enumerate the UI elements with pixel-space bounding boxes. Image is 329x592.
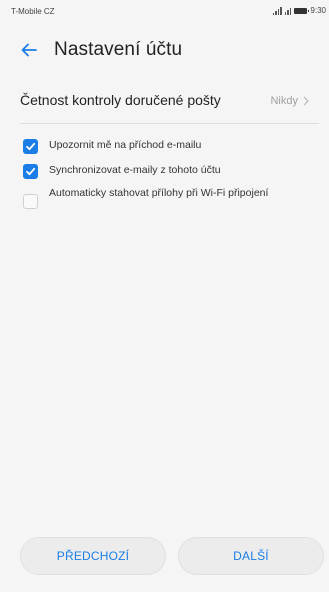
page-title: Nastavení účtu — [54, 39, 183, 60]
option-notify-new-mail[interactable]: Upozornit mě na příchod e-mailu — [20, 137, 315, 155]
back-arrow-icon[interactable] — [20, 41, 38, 59]
sync-label: Synchronizovat e-maily z tohoto účtu — [49, 164, 221, 176]
clock: 9:30 — [310, 6, 326, 15]
checkmark-icon — [26, 142, 36, 151]
checkmark-icon — [26, 167, 36, 176]
option-auto-download-attachments[interactable]: Automaticky stahovat přílohy při Wi-Fi p… — [20, 187, 315, 217]
check-frequency-label: Četnost kontroly doručené pošty — [20, 92, 221, 108]
notify-label: Upozornit mě na příchod e-mailu — [49, 139, 202, 151]
battery-icon — [294, 7, 310, 14]
network-signal-icon — [272, 6, 282, 15]
status-icons: 9:30 — [272, 6, 326, 15]
auto-download-label: Automaticky stahovat přílohy při Wi-Fi p… — [49, 187, 269, 199]
status-bar: T-Mobile CZ 9:30 — [0, 0, 329, 20]
notify-checkbox[interactable] — [23, 139, 38, 154]
option-sync-mail[interactable]: Synchronizovat e-maily z tohoto účtu — [20, 162, 315, 180]
check-frequency-value: Nikdy — [270, 95, 298, 107]
chevron-right-icon — [303, 96, 309, 106]
auto-download-checkbox[interactable] — [23, 194, 38, 209]
previous-button[interactable]: PŘEDCHOZÍ — [20, 537, 166, 575]
carrier-name: T-Mobile CZ — [11, 7, 55, 16]
mobile-signal-icon — [284, 7, 292, 15]
check-frequency-setting[interactable]: Četnost kontroly doručené pošty Nikdy — [0, 86, 329, 116]
sync-checkbox[interactable] — [23, 164, 38, 179]
check-frequency-value-group: Nikdy — [270, 95, 309, 107]
navigation-buttons: PŘEDCHOZÍ DALŠÍ — [0, 537, 329, 575]
next-button[interactable]: DALŠÍ — [178, 537, 324, 575]
divider — [20, 123, 319, 124]
app-header: Nastavení účtu — [0, 30, 329, 70]
